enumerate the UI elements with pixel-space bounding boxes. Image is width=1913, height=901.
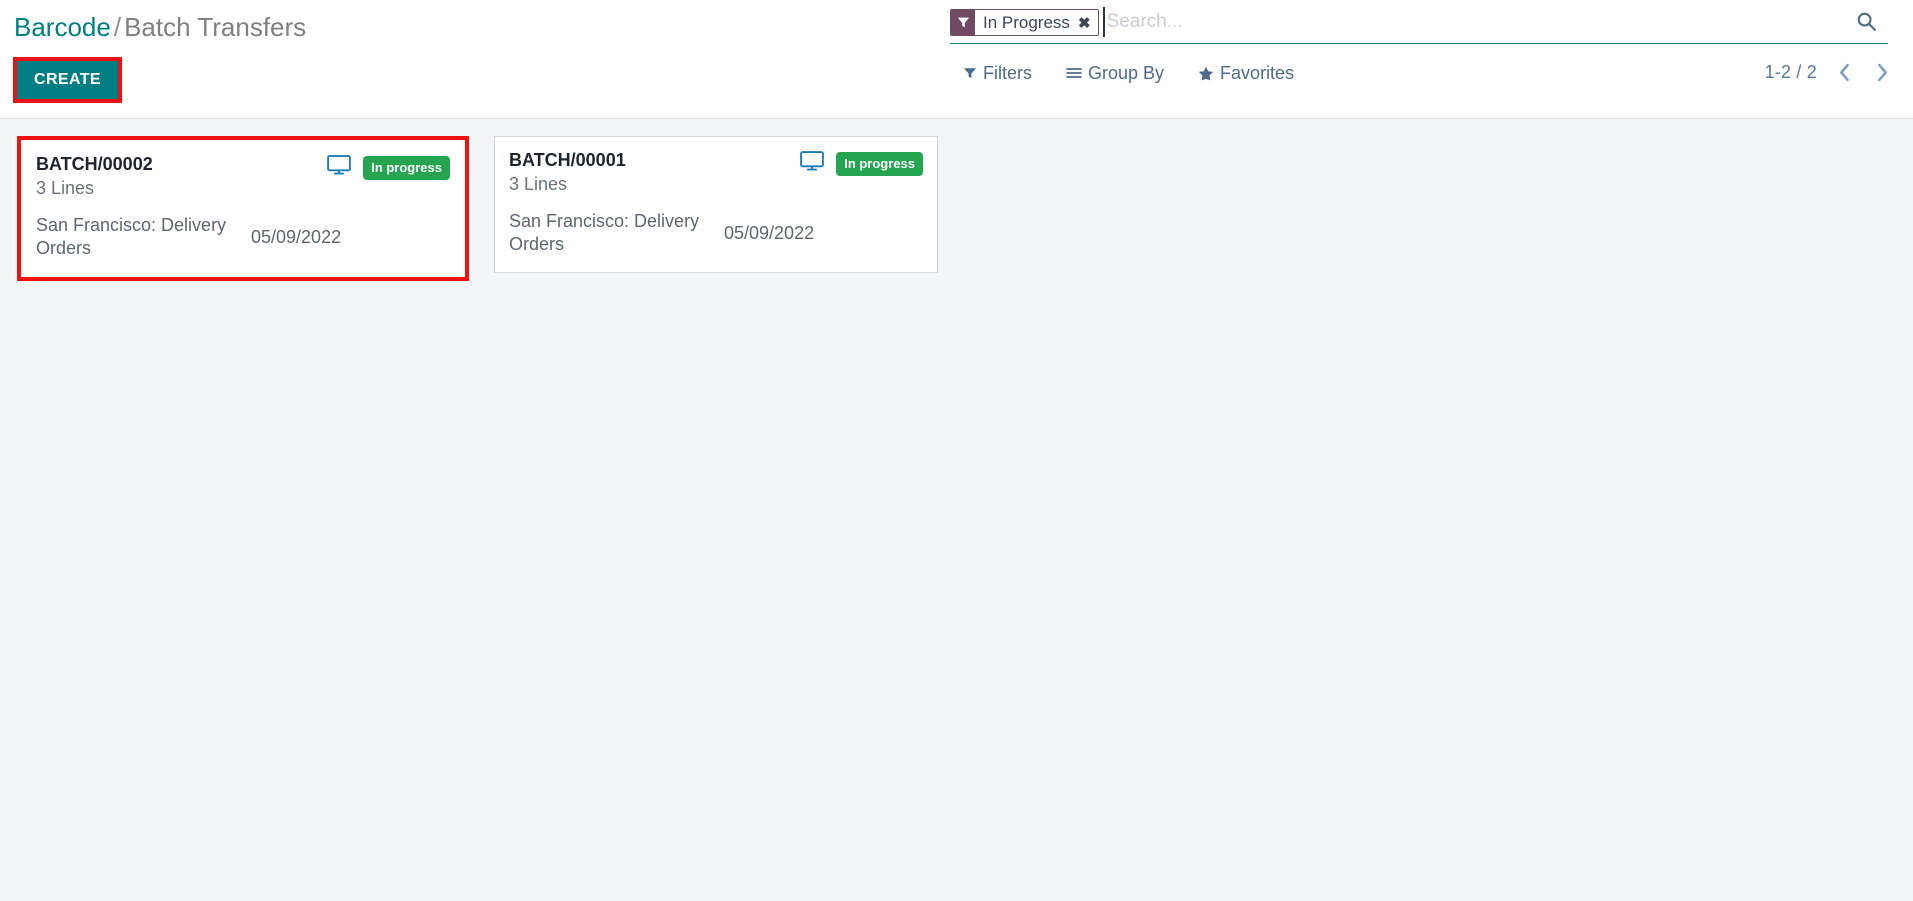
- magnifier-icon[interactable]: [1844, 11, 1888, 32]
- breadcrumb-separator: /: [113, 12, 122, 42]
- chevron-right-icon[interactable]: [1871, 60, 1893, 84]
- create-button-highlight: CREATE: [13, 57, 122, 103]
- breadcrumb-item-batch-transfers: Batch Transfers: [124, 12, 307, 42]
- kanban-card-titles: BATCH/00001 3 Lines: [509, 149, 626, 196]
- search-dropdown-menus: Filters Group By Favorites: [963, 62, 1294, 84]
- filter-funnel-icon: [951, 10, 975, 35]
- pager: 1-2 / 2: [1765, 60, 1893, 84]
- breadcrumb: Barcode / Batch Transfers: [14, 10, 306, 44]
- kanban-card-indicators: In progress: [327, 153, 450, 180]
- close-icon[interactable]: ✖: [1075, 10, 1098, 35]
- status-badge: In progress: [836, 151, 923, 176]
- batch-name: BATCH/00001: [509, 150, 626, 170]
- search-facet-label: In Progress: [975, 10, 1076, 35]
- group-by-menu-label: Group By: [1088, 63, 1165, 83]
- list-lines-icon: [1066, 66, 1082, 80]
- kanban-view: BATCH/00002 3 Lines In progress San Fran…: [0, 119, 1913, 281]
- batch-lines-count: 3 Lines: [509, 174, 568, 194]
- search-facet-in-progress[interactable]: In Progress ✖: [950, 9, 1099, 36]
- chevron-left-icon[interactable]: [1833, 60, 1855, 84]
- kanban-card-indicators: In progress: [800, 149, 923, 176]
- monitor-icon: [800, 151, 825, 176]
- kanban-card[interactable]: BATCH/00001 3 Lines In progress San Fran…: [494, 136, 938, 273]
- kanban-card-titles: BATCH/00002 3 Lines: [36, 153, 153, 200]
- favorites-menu-label: Favorites: [1220, 63, 1295, 83]
- batch-lines-count: 3 Lines: [36, 178, 95, 198]
- search-view: In Progress ✖: [950, 0, 1888, 44]
- status-badge: In progress: [363, 155, 450, 180]
- funnel-icon: [963, 66, 977, 80]
- favorites-menu[interactable]: Favorites: [1198, 62, 1294, 84]
- search-input-wrapper: [1102, 6, 1844, 37]
- filters-menu[interactable]: Filters: [963, 62, 1032, 84]
- batch-name: BATCH/00002: [36, 154, 153, 174]
- breadcrumb-item-barcode[interactable]: Barcode: [14, 12, 111, 42]
- kanban-card-highlight: BATCH/00002 3 Lines In progress San Fran…: [17, 136, 469, 281]
- kanban-card-header: BATCH/00002 3 Lines In progress: [36, 153, 450, 200]
- star-icon: [1198, 66, 1214, 81]
- group-by-menu[interactable]: Group By: [1066, 62, 1164, 84]
- kanban-card-footer: San Francisco: Delivery Orders 05/09/202…: [36, 214, 450, 260]
- batch-location: San Francisco: Delivery Orders: [509, 211, 700, 254]
- kanban-card[interactable]: BATCH/00002 3 Lines In progress San Fran…: [21, 140, 465, 277]
- batch-location: San Francisco: Delivery Orders: [36, 215, 227, 258]
- pager-counter[interactable]: 1-2 / 2: [1765, 61, 1817, 83]
- kanban-card-header: BATCH/00001 3 Lines In progress: [509, 149, 923, 196]
- kanban-card-footer: San Francisco: Delivery Orders 05/09/202…: [509, 210, 923, 256]
- batch-date: 05/09/2022: [724, 222, 815, 243]
- kanban-card-slot: BATCH/00001 3 Lines In progress San Fran…: [494, 136, 938, 273]
- control-panel: Barcode / Batch Transfers CREATE In Progre…: [0, 0, 1913, 119]
- create-button[interactable]: CREATE: [17, 61, 118, 99]
- monitor-icon: [327, 155, 352, 180]
- search-input[interactable]: [1106, 10, 1844, 33]
- filters-menu-label: Filters: [983, 63, 1032, 83]
- batch-date: 05/09/2022: [251, 226, 342, 247]
